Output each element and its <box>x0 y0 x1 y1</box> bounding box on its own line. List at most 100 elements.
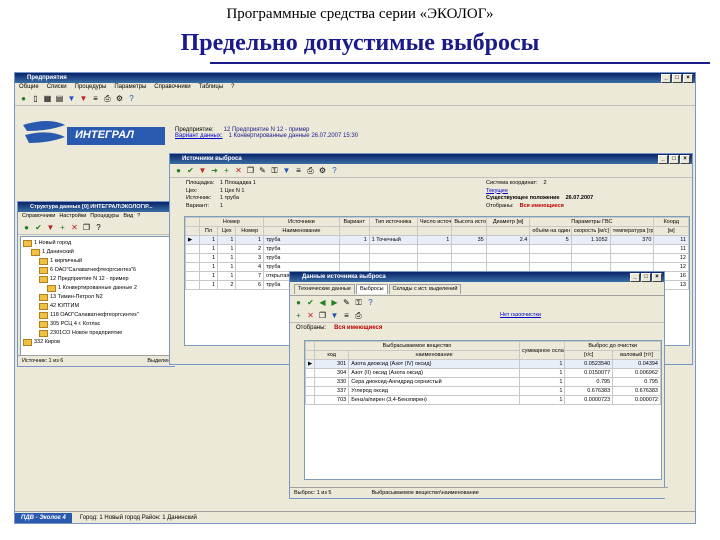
table-row[interactable]: 1 1 2 труба 11 <box>185 244 689 254</box>
tree-node[interactable]: 332 Киров <box>23 338 175 347</box>
tree-node[interactable]: 2301СО Новое предприятие <box>23 329 175 338</box>
tree-node[interactable]: 1 Данинский <box>23 248 175 257</box>
maximize-button[interactable]: □ <box>672 74 682 83</box>
header-type[interactable]: Тип источника <box>368 217 418 227</box>
structure-menu-procedures[interactable]: Процедуры <box>90 212 119 221</box>
tab-emissions[interactable]: Выбросы <box>355 284 388 294</box>
copy-icon[interactable]: ❐ <box>82 223 91 232</box>
tree-node[interactable]: 1 Конвертированные данные 2 <box>23 284 175 293</box>
header-gvs[interactable]: Параметры ГВС <box>529 217 655 227</box>
menu-general[interactable]: Общие <box>19 83 39 92</box>
help-icon[interactable]: ? <box>330 166 339 175</box>
check-icon[interactable]: ✔ <box>306 298 315 307</box>
header-coords[interactable]: Коорд <box>653 217 689 227</box>
header-flow[interactable]: объём на один источник [куб.м/с] <box>529 226 572 236</box>
header-count[interactable]: Число источников <box>416 217 453 227</box>
tree-node[interactable]: 305 РСЦ 4 г. Котлас <box>23 320 175 329</box>
print-icon[interactable]: ⎙ <box>354 311 363 320</box>
delete-icon[interactable]: ✕ <box>70 223 79 232</box>
document-icon[interactable]: ▯ <box>31 94 40 103</box>
tree-node[interactable]: 1 Новый город <box>23 239 175 248</box>
delete-icon[interactable]: ✕ <box>234 166 243 175</box>
copy-icon[interactable]: ❐ <box>318 311 327 320</box>
add-icon[interactable]: + <box>222 166 231 175</box>
filter-icon[interactable]: ▼ <box>330 311 339 320</box>
header-temp[interactable]: температура [гр. С] <box>609 226 655 236</box>
help-icon[interactable]: ? <box>94 223 103 232</box>
header-code[interactable]: код <box>314 350 350 360</box>
check-icon[interactable]: ✔ <box>34 223 43 232</box>
print-icon[interactable]: ⎙ <box>306 166 315 175</box>
forward-icon[interactable]: ➜ <box>210 166 219 175</box>
maximize-button[interactable]: □ <box>669 155 679 164</box>
lock-icon[interactable]: ⚿ <box>354 298 363 307</box>
tools-icon[interactable]: ✎ <box>342 298 351 307</box>
menu-tables[interactable]: Таблицы <box>199 83 224 92</box>
table-row[interactable]: ▶ 1 1 1 труба 1 1 Точечный 1 35 2.4 5 1.1052 370 11 <box>185 235 689 245</box>
header-sources[interactable]: Источники <box>263 217 340 227</box>
delete-icon[interactable]: ✕ <box>306 311 315 320</box>
menu-procedures[interactable]: Процедуры <box>75 83 107 92</box>
help-icon[interactable]: ? <box>127 94 136 103</box>
check-icon[interactable]: ✔ <box>186 166 195 175</box>
settings-icon[interactable]: ⚙ <box>318 166 327 175</box>
minimize-button[interactable]: _ <box>658 155 668 164</box>
menu-lists[interactable]: Списки <box>47 83 67 92</box>
header-purification[interactable]: Выброс до очистки <box>564 341 661 351</box>
filter-red-icon[interactable]: ▼ <box>79 94 88 103</box>
menu-help[interactable]: ? <box>231 83 234 92</box>
settings-icon[interactable]: ⚙ <box>115 94 124 103</box>
header-diameter[interactable]: Диаметр [м] <box>485 217 531 227</box>
header-name[interactable]: Наименование <box>263 226 340 236</box>
header-variant[interactable]: Вариант <box>338 217 370 227</box>
close-button[interactable]: × <box>683 74 693 83</box>
table-row[interactable]: ▶ 301 Азота диоксид (Азот (IV) оксид) 1 0.05… <box>304 359 661 369</box>
filter-icon[interactable]: ▼ <box>198 166 207 175</box>
close-button[interactable]: × <box>652 273 662 282</box>
table-row[interactable]: 1 1 3 труба 12 <box>185 253 689 263</box>
tab-warehouses[interactable]: Склады с ист. выделений <box>388 284 462 294</box>
tree-node[interactable]: 12 Предприятие N 12 - пример <box>23 275 175 284</box>
back-icon[interactable]: ◀ <box>318 298 327 307</box>
tools-icon[interactable]: ✎ <box>258 166 267 175</box>
help-icon[interactable]: ? <box>366 298 375 307</box>
tree-node[interactable]: 13 Тимин-Петрол N2 <box>23 293 175 302</box>
header-shop[interactable]: Цех <box>217 226 237 236</box>
tree-node[interactable]: 1 кирпичный <box>23 257 175 266</box>
forward-icon[interactable]: ▶ <box>330 298 339 307</box>
structure-menu-references[interactable]: Справочники <box>22 212 55 221</box>
header-summer[interactable]: суммарное ослабление <box>518 341 566 360</box>
table-icon[interactable]: ▤ <box>55 94 64 103</box>
menu-references[interactable]: Справочники <box>154 83 190 92</box>
header-substance[interactable]: Выбрасываемое вещество <box>314 341 520 351</box>
table-row[interactable]: 330 Сера диоксид-Ангидрид сернистый 1 0.795… <box>304 377 661 387</box>
header-substance-name[interactable]: наименование <box>348 350 520 360</box>
filter-blue-icon[interactable]: ▼ <box>282 166 291 175</box>
copy-icon[interactable]: ❐ <box>246 166 255 175</box>
structure-menu-settings[interactable]: Настройки <box>59 212 86 221</box>
lock-icon[interactable]: ⚿ <box>270 166 279 175</box>
close-button[interactable]: × <box>680 155 690 164</box>
tab-technical[interactable]: Технические данные <box>294 284 355 294</box>
structure-menu-view[interactable]: Вид <box>123 212 133 221</box>
no-purification-link[interactable]: Нет газоочистки <box>500 312 541 318</box>
list-icon[interactable]: ≡ <box>342 311 351 320</box>
header-number[interactable]: Номер <box>198 217 265 227</box>
refresh-icon[interactable]: ● <box>294 298 303 307</box>
header-speed[interactable]: скорость [м/с] <box>570 226 611 236</box>
table-row[interactable]: 703 Бенз/а/пирен (3,4-Бензпирен) 1 0.000072… <box>304 395 661 405</box>
filter-icon[interactable]: ▼ <box>67 94 76 103</box>
table-row[interactable]: 337 Углерод оксид 1 0.676383 0.676383 <box>304 386 661 396</box>
header-gs[interactable]: [г/с] <box>564 350 614 360</box>
tree-node[interactable]: 118 ОАО"Салаватнефтеоргсинтез" <box>23 311 175 320</box>
add-icon[interactable]: + <box>58 223 67 232</box>
tree-node[interactable]: 6 ОАО"Салаватнефтеоргсинтез"6 <box>23 266 175 275</box>
filter-icon[interactable]: ▼ <box>46 223 55 232</box>
list-icon[interactable]: ≡ <box>294 166 303 175</box>
variant-label[interactable]: Вариант данных: <box>175 133 223 139</box>
header-pl[interactable]: Пл <box>198 226 219 236</box>
refresh-icon[interactable]: ● <box>22 223 31 232</box>
header-ty[interactable]: валовый [т/г] <box>612 350 661 360</box>
tree-node[interactable]: 42 ЮПТИМ <box>23 302 175 311</box>
refresh-icon[interactable]: ● <box>19 94 28 103</box>
